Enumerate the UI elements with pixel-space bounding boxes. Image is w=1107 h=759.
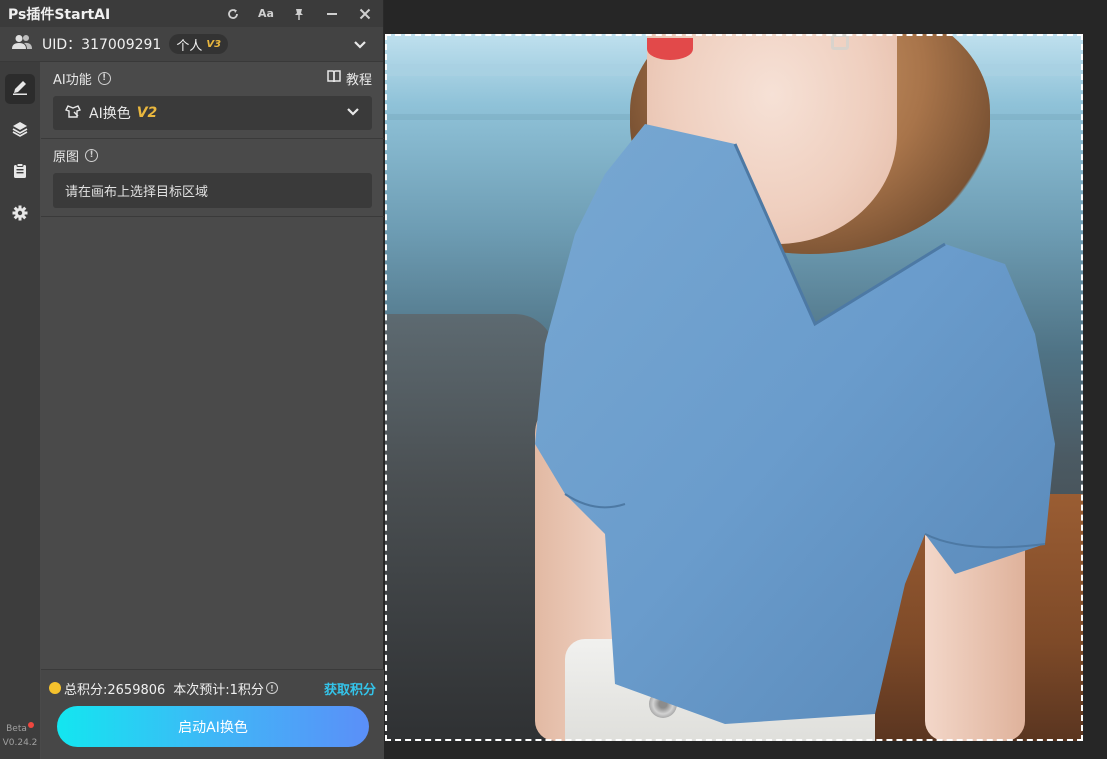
pin-icon[interactable] [289,4,309,24]
sidebar-item-edit[interactable] [5,74,35,104]
beta-label: Beta [6,724,27,734]
model-lips [647,38,693,60]
color-swap-icon [65,104,81,122]
window-title: Ps插件StartAI [8,6,111,23]
tool-sidebar: Beta V0.24.2 [0,62,40,759]
source-region-field[interactable]: 请在画布上选择目标区域 [53,173,372,208]
total-points: 总积分:2659806 [64,682,166,698]
sidebar-item-layers[interactable] [5,116,35,146]
tutorial-label: 教程 [345,72,372,88]
divider [41,216,384,217]
title-bar[interactable]: Ps插件StartAI Aa [0,0,383,27]
info-icon[interactable]: ! [97,71,111,85]
function-header: AI功能 ! 教程 [41,62,384,94]
version-info: Beta V0.24.2 [0,722,40,750]
get-points-link[interactable]: 获取积分 [324,679,376,698]
gear-icon [12,205,28,225]
users-icon [12,34,32,54]
coin-icon [49,682,61,694]
estimate-points: 本次预计:1积分 [173,682,264,698]
brush-icon [12,79,28,99]
function-value: AI换色 [89,106,131,122]
info-icon[interactable]: ! [265,682,278,694]
font-size-icon[interactable]: Aa [256,4,276,24]
book-icon [327,69,341,87]
user-id: UID：317009291 [42,37,162,53]
sidebar-item-history[interactable] [5,158,35,188]
version-label: V0.24.2 [2,738,38,748]
model-shirt [535,124,1055,724]
chevron-down-icon[interactable] [353,35,367,54]
main-content: AI功能 ! 教程 AI换色 V2 原图 ! 请在画布上选择目标区域 [41,62,384,759]
source-label: 原图 [53,149,80,165]
layers-icon [12,121,28,141]
refresh-icon[interactable] [223,4,243,24]
info-icon[interactable]: ! [85,148,99,162]
tutorial-link[interactable]: 教程 [327,69,372,88]
minimize-icon[interactable] [322,4,342,24]
user-bar[interactable]: UID：317009291 个人 V3 [0,27,383,62]
plan-version: V3 [206,38,222,50]
function-select[interactable]: AI换色 V2 [53,96,372,130]
notification-dot [27,722,34,728]
sidebar-item-settings[interactable] [5,200,35,230]
points-row: 总积分:2659806 本次预计:1积分 ! 获取积分 [41,670,384,706]
source-header: 原图 ! [41,139,384,171]
plugin-panel: Ps插件StartAI Aa UID：317009291 个人 V3 Beta … [0,0,384,759]
clipboard-icon [12,163,28,183]
chevron-down-icon[interactable] [346,105,360,121]
plan-name: 个人 [176,38,203,54]
plan-badge: 个人 V3 [169,34,229,54]
footer: 总积分:2659806 本次预计:1积分 ! 获取积分 启动AI换色 [41,669,384,759]
close-icon[interactable] [355,4,375,24]
document-image[interactable] [385,34,1083,741]
start-ai-recolor-button[interactable]: 启动AI换色 [57,706,369,747]
photoshop-canvas[interactable] [384,0,1107,759]
function-label: AI功能 [53,72,92,88]
function-version: V2 [136,105,158,121]
model-earring [831,34,849,50]
